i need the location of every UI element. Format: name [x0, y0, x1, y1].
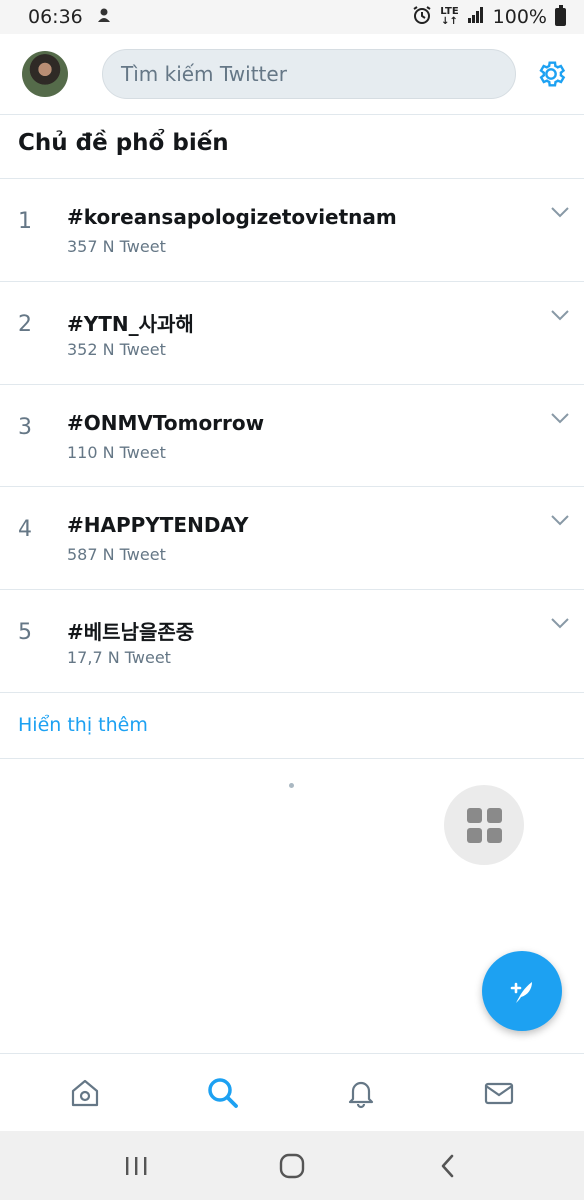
recent-apps-icon	[126, 1156, 147, 1175]
notification-icon	[95, 6, 113, 29]
trend-name: #HAPPYTENDAY	[67, 513, 249, 537]
trend-item-1[interactable]: 1 #koreansapologizetovietnam 357 N Tweet	[0, 179, 584, 281]
chevron-down-icon[interactable]	[550, 411, 570, 425]
alarm-icon	[412, 5, 432, 30]
back-arrow-icon	[441, 1154, 453, 1177]
trend-item-3[interactable]: 3 #ONMVTomorrow 110 N Tweet	[0, 385, 584, 487]
trend-item-4[interactable]: 4 #HAPPYTENDAY 587 N Tweet	[0, 487, 584, 589]
trend-rank: 3	[18, 415, 32, 440]
trend-count: 17,7 N Tweet	[67, 648, 171, 667]
trend-count: 110 N Tweet	[67, 443, 166, 462]
search-placeholder: Tìm kiếm Twitter	[121, 62, 287, 86]
compose-tweet-button[interactable]	[482, 951, 562, 1031]
trend-item-2[interactable]: 2 #YTN_사과해 352 N Tweet	[0, 282, 584, 384]
avatar[interactable]	[22, 51, 68, 97]
trend-name: #베트남을존중	[67, 620, 195, 644]
nav-home[interactable]	[55, 1063, 115, 1123]
trend-rank: 5	[18, 620, 32, 645]
trend-item-5[interactable]: 5 #베트남을존중 17,7 N Tweet	[0, 590, 584, 692]
trend-name: #ONMVTomorrow	[67, 411, 265, 435]
battery-percent: 100%	[492, 6, 547, 28]
header-divider	[0, 114, 584, 115]
bell-icon	[348, 1081, 374, 1108]
search-icon	[208, 1077, 238, 1108]
compose-feather-icon	[510, 982, 532, 1003]
status-bar: 06:36 LTE ↓↑ 100%	[0, 0, 584, 34]
nav-messages[interactable]	[469, 1063, 529, 1123]
nav-search[interactable]	[193, 1063, 253, 1123]
trend-name: #koreansapologizetovietnam	[67, 205, 397, 229]
apps-grid-button[interactable]	[444, 785, 524, 865]
trend-count: 352 N Tweet	[67, 340, 166, 359]
mail-icon	[484, 1082, 514, 1104]
grid-icon	[466, 807, 502, 843]
nav-notifications[interactable]	[331, 1063, 391, 1123]
network-type: LTE ↓↑	[440, 6, 459, 27]
home-icon	[71, 1079, 99, 1106]
recent-apps-button[interactable]	[112, 1141, 162, 1191]
trend-divider	[0, 692, 584, 693]
signal-icon	[467, 6, 485, 29]
chevron-down-icon[interactable]	[550, 513, 570, 527]
trend-rank: 1	[18, 209, 32, 234]
trend-count: 357 N Tweet	[67, 237, 166, 256]
top-header: Tìm kiếm Twitter	[0, 34, 584, 114]
status-time: 06:36	[28, 6, 83, 28]
battery-icon	[555, 5, 566, 26]
section-title: Chủ đề phổ biến	[18, 130, 229, 156]
settings-gear-icon[interactable]	[534, 57, 568, 91]
show-more-divider	[0, 758, 584, 759]
home-button[interactable]	[267, 1141, 317, 1191]
back-button[interactable]	[422, 1141, 472, 1191]
show-more-link[interactable]: Hiển thị thêm	[18, 714, 148, 736]
chevron-down-icon[interactable]	[550, 308, 570, 322]
trend-rank: 2	[18, 312, 32, 337]
chevron-down-icon[interactable]	[550, 205, 570, 219]
home-circle-icon	[279, 1153, 305, 1178]
loading-indicator	[289, 783, 294, 788]
system-nav-bar	[0, 1131, 584, 1200]
search-input[interactable]: Tìm kiếm Twitter	[102, 49, 516, 99]
bottom-nav	[0, 1053, 584, 1131]
chevron-down-icon[interactable]	[550, 616, 570, 630]
trend-rank: 4	[18, 517, 32, 542]
trend-name: #YTN_사과해	[67, 312, 194, 336]
trend-count: 587 N Tweet	[67, 545, 166, 564]
